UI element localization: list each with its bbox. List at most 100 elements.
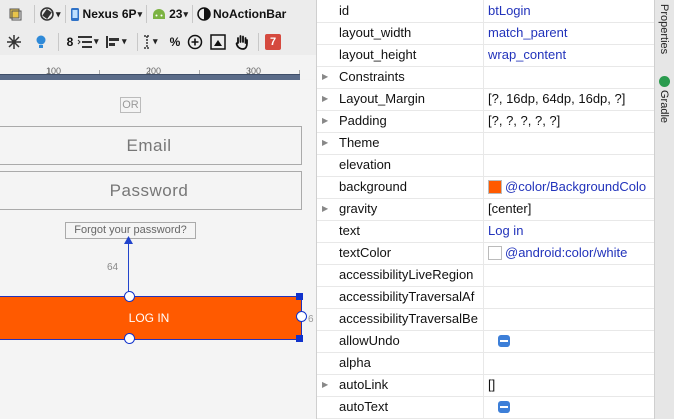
- property-row-layout_width[interactable]: layout_width match_parent: [317, 22, 655, 45]
- warnings-button[interactable]: 7: [263, 31, 283, 53]
- property-value[interactable]: wrap_content: [488, 47, 566, 62]
- property-row-accessibilityTraversalAf[interactable]: accessibilityTraversalAf: [317, 286, 655, 309]
- properties-panel: id btLogin layout_width match_parent layout_…: [316, 0, 655, 419]
- property-value[interactable]: [?, 16dp, 64dp, 16dp, ?]: [488, 91, 625, 106]
- zoom-in-button[interactable]: [184, 31, 206, 53]
- gradle-tab[interactable]: Gradle: [658, 90, 670, 123]
- property-row-textColor[interactable]: textColor @android:color/white: [317, 242, 655, 265]
- property-row-accessibilityLiveRegion[interactable]: accessibilityLiveRegion: [317, 264, 655, 287]
- property-row-id[interactable]: id btLogin: [317, 0, 655, 23]
- property-name: Padding: [339, 113, 387, 128]
- device-label: Nexus 6P: [82, 7, 137, 21]
- property-name: text: [339, 223, 360, 238]
- resize-handle-bottom-right[interactable]: [296, 335, 303, 342]
- property-name: allowUndo: [339, 333, 400, 348]
- property-name: Theme: [339, 135, 380, 150]
- right-anchor-handle[interactable]: [296, 311, 307, 322]
- property-name: background: [339, 179, 407, 194]
- autoconnect-button[interactable]: [28, 31, 54, 53]
- infer-constraints-button[interactable]: [0, 31, 28, 53]
- property-value[interactable]: [center]: [488, 201, 531, 216]
- bulb-icon: [36, 35, 46, 48]
- layers-button[interactable]: [0, 3, 30, 25]
- design-editor: ▾ Nexus 6P ▾ 23 ▾ NoActionBar 8 ▾ ▾ ▾ % …: [0, 0, 316, 419]
- phone-icon: [70, 7, 79, 21]
- zoom-fit-button[interactable]: [206, 31, 230, 53]
- or-label[interactable]: OR: [120, 97, 141, 113]
- property-name: gravity: [339, 201, 378, 216]
- property-name: accessibilityLiveRegion: [339, 267, 474, 282]
- top-anchor-handle[interactable]: [124, 291, 135, 302]
- property-row-autoLink[interactable]: ▶ autoLink []: [317, 374, 655, 397]
- password-field[interactable]: Password: [0, 171, 302, 210]
- color-swatch[interactable]: [488, 246, 502, 260]
- align-button[interactable]: ▾: [105, 31, 133, 53]
- property-row-Layout_Margin[interactable]: ▶ Layout_Margin [?, 16dp, 64dp, 16dp, ?]: [317, 88, 655, 111]
- property-value[interactable]: btLogin: [488, 3, 531, 18]
- bottom-anchor-handle[interactable]: [124, 333, 135, 344]
- gradle-icon: [659, 76, 670, 87]
- orientation-dropdown[interactable]: ▾: [39, 3, 61, 25]
- expand-arrow-icon[interactable]: ▶: [322, 204, 328, 213]
- email-field[interactable]: Email: [0, 126, 302, 165]
- property-row-layout_height[interactable]: layout_height wrap_content: [317, 44, 655, 67]
- login-button[interactable]: LOG IN: [0, 296, 302, 340]
- expand-arrow-icon[interactable]: ▶: [322, 138, 328, 147]
- property-name: Constraints: [339, 69, 405, 84]
- property-row-gravity[interactable]: ▶ gravity [center]: [317, 198, 655, 221]
- indeterminate-checkbox[interactable]: [498, 335, 510, 347]
- guideline-icon: [144, 34, 150, 49]
- properties-tab[interactable]: Properties: [658, 4, 670, 54]
- property-row-alpha[interactable]: alpha: [317, 352, 655, 375]
- property-row-text[interactable]: text Log in: [317, 220, 655, 243]
- margin-value-label: 64: [107, 262, 119, 273]
- pack-button[interactable]: ▾: [77, 31, 105, 53]
- property-row-accessibilityTraversalBe[interactable]: accessibilityTraversalBe: [317, 308, 655, 331]
- property-row-autoText[interactable]: autoText: [317, 396, 655, 419]
- rotate-icon: [40, 7, 54, 21]
- property-row-Theme[interactable]: ▶ Theme: [317, 132, 655, 155]
- constraints-icon: [7, 34, 21, 49]
- margin-arrow-icon: [124, 236, 133, 244]
- property-row-background[interactable]: background @color/BackgroundColo: [317, 176, 655, 199]
- property-name: autoText: [339, 399, 389, 414]
- property-row-Padding[interactable]: ▶ Padding [?, ?, ?, ?, ?]: [317, 110, 655, 133]
- resize-handle-top-right[interactable]: [296, 293, 303, 300]
- pack-icon: [77, 35, 92, 48]
- property-name: textColor: [339, 245, 392, 260]
- property-name: Layout_Margin: [339, 91, 425, 106]
- property-value[interactable]: [?, ?, ?, ?, ?]: [488, 113, 560, 128]
- percent-button[interactable]: %: [166, 31, 184, 53]
- property-value[interactable]: match_parent: [488, 25, 568, 40]
- expand-arrow-icon[interactable]: ▶: [322, 116, 328, 125]
- default-margin-button[interactable]: 8: [63, 31, 77, 53]
- property-row-elevation[interactable]: elevation: [317, 154, 655, 177]
- api-dropdown[interactable]: 23 ▾: [151, 3, 188, 25]
- property-name: elevation: [339, 157, 392, 172]
- guidelines-button[interactable]: ▾: [142, 31, 166, 53]
- expand-arrow-icon[interactable]: ▶: [322, 72, 328, 81]
- align-icon: [106, 35, 119, 48]
- color-swatch[interactable]: [488, 180, 502, 194]
- theme-icon: [197, 7, 211, 21]
- margin-indicator-line: [128, 238, 129, 296]
- property-value[interactable]: @android:color/white: [505, 245, 627, 260]
- property-value[interactable]: @color/BackgroundColo: [505, 179, 646, 194]
- api-label: 23: [169, 7, 183, 21]
- android-icon: [153, 9, 166, 19]
- zoom-fit-icon: [210, 33, 226, 50]
- property-name: layout_width: [339, 25, 412, 40]
- property-value[interactable]: Log in: [488, 223, 523, 238]
- side-margin-label: 6: [308, 314, 314, 325]
- property-value[interactable]: []: [488, 377, 495, 392]
- toolbar-top: ▾ Nexus 6P ▾ 23 ▾ NoActionBar: [0, 0, 316, 29]
- theme-dropdown[interactable]: NoActionBar: [197, 3, 286, 25]
- device-dropdown[interactable]: Nexus 6P ▾: [70, 3, 142, 25]
- property-row-Constraints[interactable]: ▶ Constraints: [317, 66, 655, 89]
- pan-button[interactable]: [230, 31, 254, 53]
- expand-arrow-icon[interactable]: ▶: [322, 94, 328, 103]
- property-name: layout_height: [339, 47, 417, 62]
- indeterminate-checkbox[interactable]: [498, 401, 510, 413]
- property-row-allowUndo[interactable]: allowUndo: [317, 330, 655, 353]
- expand-arrow-icon[interactable]: ▶: [322, 380, 328, 389]
